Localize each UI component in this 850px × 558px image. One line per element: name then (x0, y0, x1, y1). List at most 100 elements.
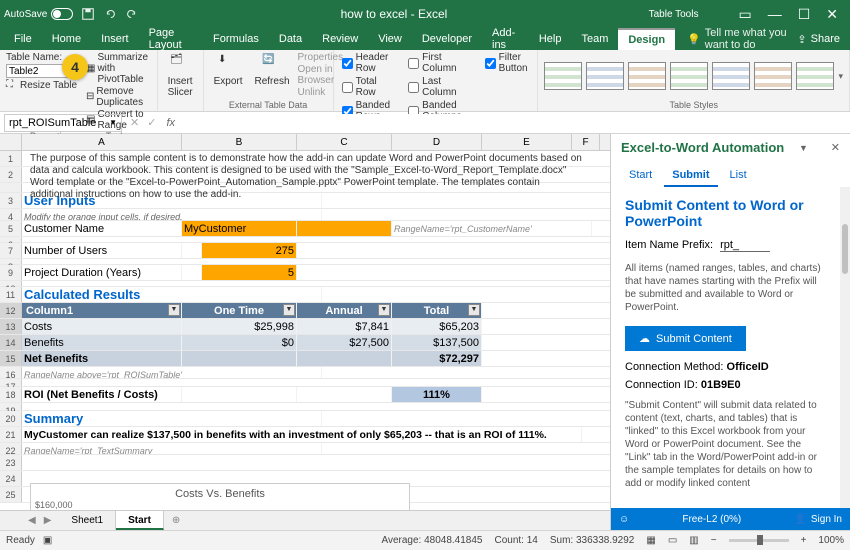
chevron-down-icon[interactable]: ▼ (799, 143, 808, 153)
fx-icon[interactable]: fx (166, 117, 175, 129)
table-style-swatch[interactable] (628, 62, 666, 90)
view-page-icon[interactable]: ▭ (668, 535, 677, 546)
maximize-icon[interactable]: ☐ (798, 6, 811, 23)
toggle-switch-icon[interactable] (51, 8, 73, 20)
insert-slicer-button[interactable]: 🗂Insert Slicer (164, 52, 197, 110)
input-cell[interactable] (297, 221, 392, 236)
close-icon[interactable]: ✕ (826, 6, 838, 23)
table-style-swatch[interactable] (544, 62, 582, 90)
emoji-icon[interactable]: ☺ (619, 514, 629, 525)
table-cell[interactable]: $0 (182, 335, 297, 350)
table-header-cell[interactable]: Annual▼ (297, 303, 392, 318)
input-cell[interactable]: 275 (202, 243, 297, 258)
scrollbar-thumb[interactable] (842, 224, 848, 274)
tp-tab-list[interactable]: List (722, 165, 755, 187)
tab-insert[interactable]: Insert (91, 28, 139, 50)
tab-help[interactable]: Help (529, 28, 572, 50)
filter-button-checkbox[interactable]: Filter Button (485, 52, 532, 74)
filter-dropdown-icon[interactable]: ▼ (468, 304, 480, 316)
table-style-swatch[interactable] (670, 62, 708, 90)
last-column-checkbox[interactable]: Last Column (408, 76, 471, 98)
redo-icon[interactable] (125, 7, 139, 21)
tab-review[interactable]: Review (312, 28, 368, 50)
remove-duplicates-button[interactable]: ⊟Remove Duplicates (86, 86, 151, 108)
summarize-pivot-button[interactable]: ▦Summarize with PivotTable (86, 52, 151, 85)
style-gallery-more-icon[interactable]: ▾ (838, 71, 843, 82)
table-style-swatch[interactable] (712, 62, 750, 90)
input-cell[interactable]: 5 (202, 265, 297, 280)
tab-page-layout[interactable]: Page Layout (139, 28, 203, 50)
table-header-cell[interactable]: Total▼ (392, 303, 482, 318)
table-cell[interactable]: $72,297 (392, 351, 482, 366)
view-break-icon[interactable]: ▥ (689, 535, 698, 546)
name-box[interactable]: rpt_ROISumTable▼ (4, 114, 122, 132)
table-style-swatch[interactable] (796, 62, 834, 90)
tp-tab-submit[interactable]: Submit (664, 165, 717, 187)
export-button[interactable]: ⬇Export (210, 52, 247, 100)
zoom-level[interactable]: 100% (818, 535, 844, 546)
close-icon[interactable]: ✕ (831, 141, 840, 154)
sheet-nav-prev-icon[interactable]: ◀ (28, 515, 36, 526)
col-header[interactable]: A (22, 134, 182, 150)
col-header[interactable]: B (182, 134, 297, 150)
table-cell[interactable]: $27,500 (297, 335, 392, 350)
resize-table-button[interactable]: ⛶Resize Table (6, 79, 78, 91)
new-sheet-icon[interactable]: ⊕ (172, 515, 180, 526)
refresh-button[interactable]: 🔄Refresh (251, 52, 294, 100)
table-cell[interactable]: $7,841 (297, 319, 392, 334)
table-cell[interactable]: Costs (22, 319, 182, 334)
table-style-swatch[interactable] (754, 62, 792, 90)
select-all-corner[interactable] (0, 134, 22, 150)
autosave-toggle[interactable]: AutoSave (4, 8, 73, 20)
col-header[interactable]: C (297, 134, 392, 150)
table-header-cell[interactable]: Column1▼ (22, 303, 182, 318)
embedded-chart[interactable]: Costs Vs. Benefits $160,000 (30, 483, 410, 510)
signin-button[interactable]: 👤Sign In (794, 514, 842, 525)
first-column-checkbox[interactable]: First Column (408, 52, 471, 74)
filter-dropdown-icon[interactable]: ▼ (283, 304, 295, 316)
sheet-tab[interactable]: Sheet1 (59, 511, 116, 530)
zoom-slider[interactable] (729, 539, 789, 542)
col-header[interactable]: F (572, 134, 600, 150)
roi-value-cell[interactable]: 111% (392, 387, 482, 402)
macro-record-icon[interactable]: ▣ (43, 535, 52, 546)
table-cell[interactable]: Net Benefits (22, 351, 182, 366)
tab-developer[interactable]: Developer (412, 28, 482, 50)
tab-design[interactable]: Design (618, 28, 675, 50)
tab-view[interactable]: View (368, 28, 412, 50)
table-cell[interactable]: $65,203 (392, 319, 482, 334)
tab-home[interactable]: Home (42, 28, 91, 50)
cancel-formula-icon[interactable]: ✕ (130, 116, 139, 129)
tab-data[interactable]: Data (269, 28, 312, 50)
table-cell[interactable] (182, 351, 297, 366)
col-header[interactable]: D (392, 134, 482, 150)
table-header-cell[interactable]: One Time▼ (182, 303, 297, 318)
tp-tab-start[interactable]: Start (621, 165, 660, 187)
filter-dropdown-icon[interactable]: ▼ (168, 304, 180, 316)
submit-content-button[interactable]: ☁ Submit Content (625, 326, 746, 351)
ribbon-options-icon[interactable]: ▭ (738, 6, 751, 23)
col-header[interactable]: E (482, 134, 572, 150)
table-cell[interactable]: $25,998 (182, 319, 297, 334)
table-cell[interactable]: $137,500 (392, 335, 482, 350)
table-cell[interactable]: Benefits (22, 335, 182, 350)
undo-icon[interactable] (103, 7, 117, 21)
total-row-checkbox[interactable]: Total Row (342, 76, 395, 98)
prefix-input[interactable] (720, 239, 770, 252)
formula-input[interactable] (181, 114, 850, 132)
sheet-tab[interactable]: Start (116, 511, 164, 530)
grid-body[interactable]: The purpose of this sample content is to… (0, 151, 610, 510)
zoom-out-icon[interactable]: − (711, 535, 717, 546)
tab-file[interactable]: File (4, 28, 42, 50)
save-icon[interactable] (81, 7, 95, 21)
minimize-icon[interactable]: — (768, 6, 782, 23)
filter-dropdown-icon[interactable]: ▼ (378, 304, 390, 316)
sheet-nav-next-icon[interactable]: ▶ (44, 515, 52, 526)
table-style-swatch[interactable] (586, 62, 624, 90)
share-button[interactable]: ⇪ Share (797, 33, 840, 46)
view-normal-icon[interactable]: ▦ (646, 535, 655, 546)
header-row-checkbox[interactable]: Header Row (342, 52, 395, 74)
input-cell[interactable]: MyCustomer (182, 221, 297, 236)
tab-addins[interactable]: Add-ins (482, 28, 529, 50)
tell-me-search[interactable]: 💡 Tell me what you want to do (687, 27, 797, 51)
